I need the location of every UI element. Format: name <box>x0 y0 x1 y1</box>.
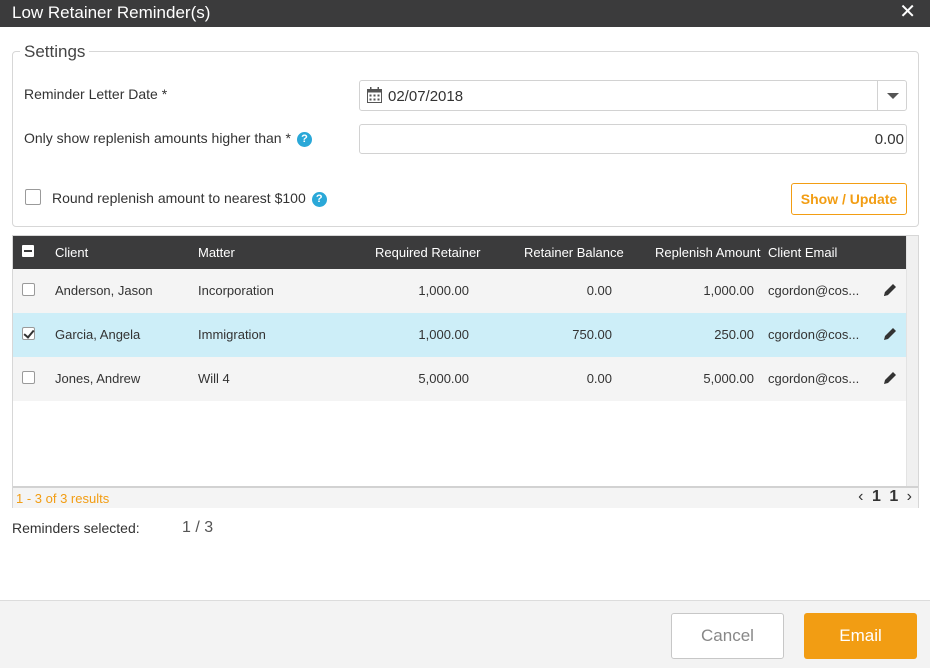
reminders-selected-value: 1 / 3 <box>182 519 214 536</box>
cell-client-email: cgordon@cos... <box>768 283 860 298</box>
show-update-button[interactable]: Show / Update <box>791 183 907 215</box>
cell-replenish-amount: 5,000.00 <box>703 371 754 386</box>
cell-client-email: cgordon@cos... <box>768 371 860 386</box>
round-amount-checkbox[interactable] <box>25 189 41 205</box>
replenish-threshold-label: Only show replenish amounts higher than … <box>24 130 312 147</box>
prev-page-icon[interactable]: ‹ <box>858 488 863 506</box>
table-row[interactable]: Anderson, Jason Incorporation 1,000.00 0… <box>13 269 907 313</box>
grid-scrollbar[interactable] <box>906 236 918 486</box>
calendar-icon[interactable] <box>367 87 382 103</box>
cell-client: Anderson, Jason <box>55 283 153 298</box>
round-amount-label-text: Round replenish amount to nearest $100 <box>52 190 306 206</box>
settings-legend: Settings <box>20 42 90 62</box>
cancel-button[interactable]: Cancel <box>671 613 784 659</box>
email-button[interactable]: Email <box>804 613 917 659</box>
cell-client: Jones, Andrew <box>55 371 141 386</box>
grid-header: Client Matter Required Retainer Retainer… <box>13 236 907 269</box>
col-required-retainer[interactable]: Required Retainer <box>375 245 481 260</box>
total-pages[interactable]: 1 <box>889 488 898 506</box>
cell-matter: Immigration <box>198 327 266 342</box>
cell-matter: Incorporation <box>198 283 274 298</box>
reminder-date-label: Reminder Letter Date * <box>24 86 168 102</box>
row-checkbox[interactable] <box>22 327 35 340</box>
table-row[interactable]: Garcia, Angela Immigration 1,000.00 750.… <box>13 313 907 357</box>
replenish-threshold-input[interactable] <box>359 124 907 154</box>
cell-client: Garcia, Angela <box>55 327 141 342</box>
help-icon[interactable]: ? <box>311 192 327 207</box>
table-row[interactable]: Jones, Andrew Will 4 5,000.00 0.00 5,000… <box>13 357 907 401</box>
dialog-footer: Cancel Email <box>0 600 930 668</box>
col-client[interactable]: Client <box>55 245 88 260</box>
cell-retainer-balance: 750.00 <box>572 327 612 342</box>
cell-matter: Will 4 <box>198 371 230 386</box>
dialog-titlebar: Low Retainer Reminder(s) ✕ <box>0 0 930 27</box>
reminder-date-value: 02/07/2018 <box>388 88 464 105</box>
chevron-down-icon[interactable] <box>877 81 906 110</box>
cell-retainer-balance: 0.00 <box>586 371 612 386</box>
current-page[interactable]: 1 <box>872 488 881 506</box>
cell-required-retainer: 5,000.00 <box>418 371 469 386</box>
dialog-title: Low Retainer Reminder(s) <box>12 3 211 22</box>
cell-retainer-balance: 0.00 <box>586 283 612 298</box>
cell-required-retainer: 1,000.00 <box>418 327 469 342</box>
edit-pencil-icon[interactable] <box>882 282 898 298</box>
col-replenish-amount[interactable]: Replenish Amount <box>655 245 761 260</box>
edit-pencil-icon[interactable] <box>882 326 898 342</box>
reminders-selected-label: Reminders selected: <box>12 520 140 536</box>
select-all-checkbox[interactable] <box>22 245 34 257</box>
col-retainer-balance[interactable]: Retainer Balance <box>524 245 624 260</box>
next-page-icon[interactable]: › <box>907 488 912 506</box>
edit-pencil-icon[interactable] <box>882 370 898 386</box>
row-checkbox[interactable] <box>22 283 35 296</box>
cell-client-email: cgordon@cos... <box>768 327 860 342</box>
cell-required-retainer: 1,000.00 <box>418 283 469 298</box>
replenish-threshold-label-text: Only show replenish amounts higher than … <box>24 130 291 146</box>
results-count: 1 - 3 of 3 results <box>16 491 110 506</box>
pager: ‹ 1 1 › <box>854 488 912 506</box>
round-amount-label: Round replenish amount to nearest $100? <box>52 190 327 207</box>
cell-replenish-amount: 250.00 <box>714 327 754 342</box>
reminders-grid: Client Matter Required Retainer Retainer… <box>12 235 919 508</box>
row-checkbox[interactable] <box>22 371 35 384</box>
close-icon[interactable]: ✕ <box>899 2 916 22</box>
reminder-date-picker[interactable]: 02/07/2018 <box>359 80 907 111</box>
col-matter[interactable]: Matter <box>198 245 235 260</box>
cell-replenish-amount: 1,000.00 <box>703 283 754 298</box>
col-client-email[interactable]: Client Email <box>768 245 837 260</box>
grid-footer: 1 - 3 of 3 results ‹ 1 1 › <box>13 486 918 508</box>
help-icon[interactable]: ? <box>296 132 312 147</box>
